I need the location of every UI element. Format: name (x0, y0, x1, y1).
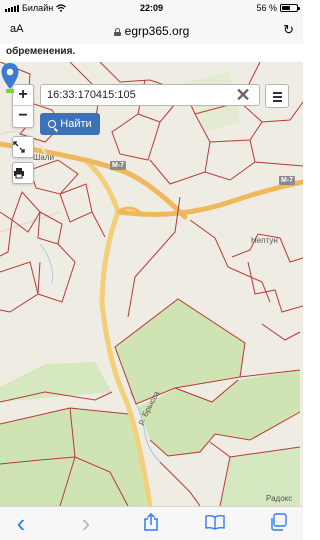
browser-address-bar[interactable]: aA egrp365.org ↻ (0, 16, 303, 44)
status-bar: Билайн 22:09 56 % (0, 0, 303, 16)
stream (39, 243, 53, 285)
zoom-out-button[interactable]: − (13, 106, 33, 127)
location-pin-icon[interactable] (0, 62, 20, 94)
share-icon (144, 512, 158, 531)
parcel-boundary (189, 219, 271, 303)
reload-icon[interactable]: ↻ (283, 22, 294, 38)
battery-percent: 56 % (256, 3, 277, 13)
share-button[interactable] (140, 512, 162, 535)
place-label-neptun: Нептун (251, 236, 278, 245)
lock-icon (113, 28, 121, 36)
tabs-button[interactable] (268, 513, 290, 535)
url-field[interactable]: egrp365.org (0, 24, 303, 38)
parcel-boundary (37, 243, 76, 303)
print-button[interactable] (12, 162, 34, 184)
parcel-boundary (111, 113, 161, 161)
parcel-boundary (0, 211, 13, 257)
parcel-boundary (249, 139, 303, 167)
parcel-boundary (0, 261, 39, 313)
forward-button[interactable]: › (75, 510, 97, 536)
forest-area (0, 362, 112, 402)
parcel-boundary (159, 461, 201, 506)
clear-search-icon[interactable]: ✕ (234, 86, 252, 104)
book-icon (205, 514, 225, 530)
status-right: 56 % (256, 3, 300, 13)
print-icon (14, 168, 24, 179)
parcel-boundary (247, 261, 303, 313)
road-badge-m7-east: М-7 (279, 176, 296, 185)
place-label-shali: Шали (33, 153, 54, 162)
map-menu-button[interactable] (265, 84, 289, 108)
find-button[interactable]: Найти (40, 113, 100, 135)
battery-fill (282, 6, 290, 10)
parcel-boundary (59, 183, 93, 223)
road-badge-m7-west: М-7 (110, 161, 127, 170)
page-text-fragment: обременения. (6, 46, 76, 57)
parcel-boundary (204, 141, 256, 181)
fullscreen-icon (13, 141, 25, 153)
parcel-boundary (91, 211, 106, 238)
browser-toolbar: ‹ › (0, 506, 303, 540)
parcel-boundary (37, 211, 63, 245)
tabs-icon (271, 513, 287, 531)
back-button[interactable]: ‹ (10, 510, 32, 536)
search-icon (48, 120, 57, 128)
cadastral-search-input[interactable] (40, 84, 260, 106)
url-text: egrp365.org (124, 24, 190, 38)
find-button-label: Найти (60, 118, 92, 130)
phone-screen: Билайн 22:09 56 % aA egrp365.org ↻ обрем… (0, 0, 303, 540)
cadastral-map[interactable]: Шали Нептун р. Брысса Радокс М-7 М-7 + −… (0, 62, 303, 506)
parcel-boundary (149, 159, 206, 185)
place-label-ryadoks: Радокс (266, 494, 293, 503)
forest-area (115, 299, 245, 404)
parcel-boundary (261, 323, 301, 341)
bookmarks-button[interactable] (204, 513, 226, 535)
parcel-boundary (29, 159, 79, 195)
battery-icon (280, 4, 300, 12)
fullscreen-button[interactable] (12, 136, 34, 158)
